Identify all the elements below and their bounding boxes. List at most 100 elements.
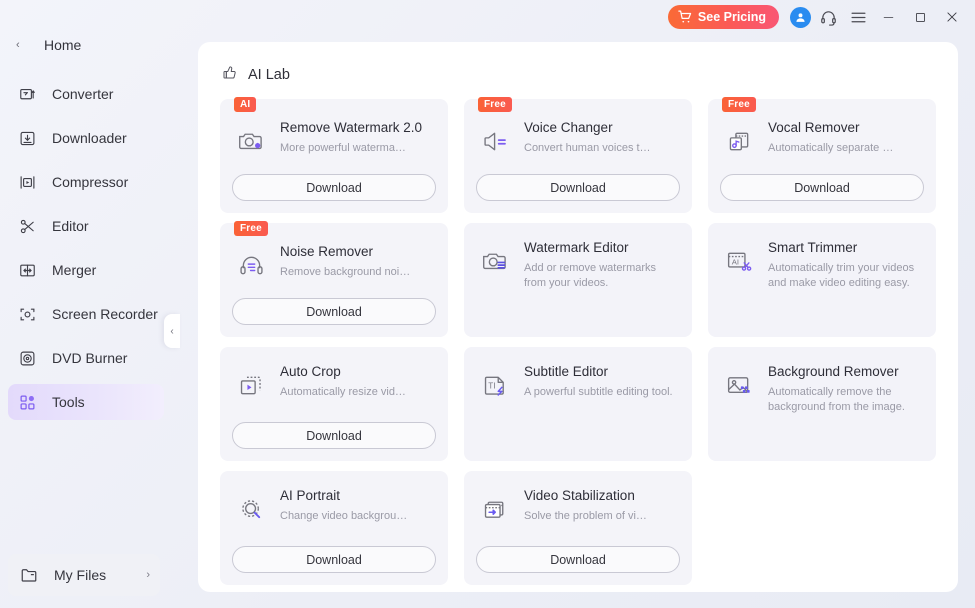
sidebar: ‹ Home Converter Downloader Compressor E…: [0, 0, 180, 608]
tool-description: Convert human voices t…: [524, 142, 651, 154]
badge-free: Free: [234, 221, 268, 236]
tool-card-noise-remover[interactable]: Free Noise Remover Remove background noi…: [220, 221, 448, 337]
headset-icon[interactable]: [815, 4, 841, 30]
sidebar-item-label-home: Home: [44, 37, 82, 53]
headphones-icon: [232, 245, 270, 285]
tool-description: Change video backgrou…: [280, 510, 408, 522]
download-button[interactable]: Download: [232, 546, 436, 573]
tool-description: Remove background noi…: [280, 266, 411, 278]
converter-icon: [16, 83, 38, 105]
sidebar-item-compressor[interactable]: Compressor: [8, 164, 164, 200]
minimize-button[interactable]: [873, 2, 903, 32]
sidebar-item-tools[interactable]: Tools: [8, 384, 164, 420]
ai-lab-header: AI Lab: [198, 42, 958, 85]
sidebar-item-label: Compressor: [52, 174, 129, 190]
sidebar-item-editor[interactable]: Editor: [8, 208, 164, 244]
download-button[interactable]: Download: [232, 174, 436, 201]
tool-card-subtitle-editor[interactable]: TI Subtitle Editor A powerful subtitle e…: [464, 347, 692, 461]
badge-free: Free: [722, 97, 756, 112]
sidebar-item-home[interactable]: ‹ Home: [0, 30, 176, 60]
tool-name: AI Portrait: [280, 488, 341, 503]
svg-text:TI: TI: [488, 381, 495, 390]
tool-description: Automatically remove the background from…: [768, 386, 905, 413]
user-avatar-icon[interactable]: [790, 6, 811, 28]
tool-description: Automatically separate …: [768, 142, 894, 154]
download-button[interactable]: Download: [232, 298, 436, 325]
tool-description: A powerful subtitle editing tool.: [524, 386, 673, 398]
tool-description: Add or remove watermarks from your video…: [524, 262, 657, 289]
video-stabilization-icon: [476, 489, 514, 529]
folder-icon: [18, 566, 40, 584]
dvd-burner-icon: [16, 347, 38, 369]
badge-ai: AI: [234, 97, 257, 112]
tools-icon: [16, 391, 38, 413]
sidebar-item-label: Converter: [52, 86, 114, 102]
auto-crop-icon: [232, 365, 270, 405]
tool-name: Remove Watermark 2.0: [280, 120, 423, 135]
sidebar-item-downloader[interactable]: Downloader: [8, 120, 164, 156]
speaker-icon: [476, 121, 514, 161]
sidebar-item-label: Screen Recorder: [52, 306, 158, 322]
tool-description: Solve the problem of vi…: [524, 510, 647, 522]
thumbs-up-icon: [222, 64, 238, 85]
ai-portrait-icon: [232, 489, 270, 529]
tool-name: Vocal Remover: [768, 120, 860, 135]
see-pricing-button[interactable]: See Pricing: [667, 5, 779, 29]
tool-card-background-remover[interactable]: Background Remover Automatically remove …: [708, 347, 936, 461]
vocal-remover-icon: [720, 121, 758, 161]
tool-name: Background Remover: [768, 364, 899, 379]
scissors-icon: [16, 215, 38, 237]
download-button[interactable]: Download: [720, 174, 924, 201]
my-files-label: My Files: [54, 567, 107, 583]
tool-name: Watermark Editor: [524, 240, 629, 255]
see-pricing-label: See Pricing: [697, 10, 766, 24]
svg-text:AI: AI: [731, 257, 738, 266]
hamburger-menu-icon[interactable]: [845, 4, 871, 30]
compressor-icon: [16, 171, 38, 193]
tool-card-smart-trimmer[interactable]: AI Smart Trimmer Automatically trim your…: [708, 223, 936, 337]
downloader-icon: [16, 127, 38, 149]
tool-name: Video Stabilization: [524, 488, 635, 503]
title-bar: See Pricing: [176, 0, 975, 34]
tool-card-video-stabilization[interactable]: Video Stabilization Solve the problem of…: [464, 471, 692, 585]
download-button[interactable]: Download: [476, 174, 680, 201]
sidebar-item-label: Editor: [52, 218, 89, 234]
tool-card-watermark-editor[interactable]: Watermark Editor Add or remove watermark…: [464, 223, 692, 337]
sidebar-item-dvd-burner[interactable]: DVD Burner: [8, 340, 164, 376]
my-files-button[interactable]: My Files ›: [8, 554, 160, 596]
tool-card-ai-portrait[interactable]: AI Portrait Change video backgrou… Downl…: [220, 471, 448, 585]
camera-watermark-icon: [476, 241, 514, 281]
tools-grid: AI Remove Watermark 2.0 More powerful wa…: [198, 85, 958, 585]
sidebar-item-merger[interactable]: Merger: [8, 252, 164, 288]
tool-card-voice-changer[interactable]: Free Voice Changer Convert human voices …: [464, 97, 692, 213]
sidebar-item-label: Merger: [52, 262, 97, 278]
camera-watermark-icon: [232, 121, 270, 161]
back-chevron-icon: ‹: [16, 39, 20, 51]
download-button[interactable]: Download: [232, 422, 436, 449]
smart-trimmer-icon: AI: [720, 241, 758, 281]
sidebar-item-screen-recorder[interactable]: Screen Recorder: [8, 296, 164, 332]
download-button[interactable]: Download: [476, 546, 680, 573]
sidebar-collapse-button[interactable]: ‹: [164, 314, 180, 348]
close-button[interactable]: [937, 2, 967, 32]
chevron-right-icon: ›: [146, 569, 150, 581]
app-window: See Pricing ‹ Home Converter Downloader …: [0, 0, 975, 608]
screen-recorder-icon: [16, 303, 38, 325]
sidebar-item-label: DVD Burner: [52, 350, 128, 366]
sidebar-item-label: Tools: [52, 394, 85, 410]
cart-icon: [678, 10, 692, 24]
tool-card-auto-crop[interactable]: Auto Crop Automatically resize vid… Down…: [220, 347, 448, 461]
main-panel: AI Lab AI Remove Watermark 2.0 More powe…: [198, 42, 958, 592]
tool-description: More powerful waterma…: [280, 142, 406, 154]
sidebar-item-converter[interactable]: Converter: [8, 76, 164, 112]
tool-name: Auto Crop: [280, 364, 341, 379]
maximize-button[interactable]: [905, 2, 935, 32]
tool-name: Noise Remover: [280, 244, 374, 259]
badge-free: Free: [478, 97, 512, 112]
tool-card-remove-watermark[interactable]: AI Remove Watermark 2.0 More powerful wa…: [220, 97, 448, 213]
tool-name: Smart Trimmer: [768, 240, 858, 255]
tool-description: Automatically resize vid…: [280, 386, 406, 398]
page-title: AI Lab: [248, 66, 290, 83]
subtitle-icon: TI: [476, 365, 514, 405]
tool-card-vocal-remover[interactable]: Free Vocal Remover Automatically separat…: [708, 97, 936, 213]
